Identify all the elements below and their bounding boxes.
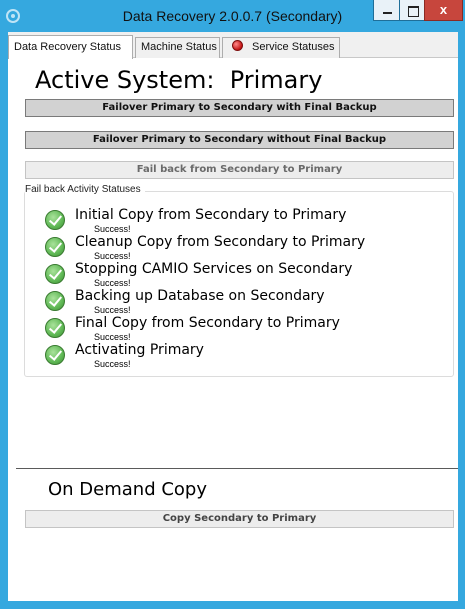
green-check-icon xyxy=(45,237,65,257)
status-result: Success! xyxy=(94,278,131,288)
green-check-icon xyxy=(45,210,65,230)
status-result: Success! xyxy=(94,224,131,234)
status-label: Initial Copy from Secondary to Primary xyxy=(75,207,347,223)
divider xyxy=(16,468,458,469)
status-label: Activating Primary xyxy=(75,342,204,358)
green-check-icon xyxy=(45,318,65,338)
on-demand-heading: On Demand Copy xyxy=(48,479,208,500)
title-bar[interactable]: Data Recovery 2.0.0.7 (Secondary) x xyxy=(0,0,465,32)
green-check-icon xyxy=(45,345,65,365)
tab-machine-status[interactable]: Machine Status xyxy=(135,37,220,58)
close-icon: x xyxy=(439,2,448,17)
status-result: Success! xyxy=(94,305,131,315)
main-panel: Data Recovery Status Machine Status Serv… xyxy=(8,32,458,601)
green-check-icon xyxy=(45,264,65,284)
tab-label: Machine Status xyxy=(141,41,217,53)
status-result: Success! xyxy=(94,332,131,342)
tab-label: Data Recovery Status xyxy=(14,41,121,53)
failover-with-backup-button[interactable]: Failover Primary to Secondary with Final… xyxy=(25,99,454,117)
green-check-icon xyxy=(45,291,65,311)
status-label: Cleanup Copy from Secondary to Primary xyxy=(75,234,366,250)
tab-service-statuses[interactable]: Service Statuses xyxy=(222,37,340,58)
status-label: Final Copy from Secondary to Primary xyxy=(75,315,340,331)
app-window: Data Recovery 2.0.0.7 (Secondary) x Data… xyxy=(0,0,465,609)
status-result: Success! xyxy=(94,359,131,369)
failover-without-backup-button[interactable]: Failover Primary to Secondary without Fi… xyxy=(25,131,454,149)
group-title: Fail back Activity Statuses xyxy=(25,184,145,195)
status-label: Stopping CAMIO Services on Secondary xyxy=(75,261,353,277)
active-system-heading: Active System: Primary xyxy=(35,66,323,94)
fail-back-statuses-group: Fail back Activity Statuses Initial Copy… xyxy=(24,184,454,377)
close-button[interactable]: x xyxy=(424,0,463,21)
fail-back-button[interactable]: Fail back from Secondary to Primary xyxy=(25,161,454,179)
minimize-button[interactable] xyxy=(373,0,400,21)
red-status-dot-icon xyxy=(232,40,243,51)
tab-label: Service Statuses xyxy=(252,41,335,53)
status-result: Success! xyxy=(94,251,131,261)
tab-bar: Data Recovery Status Machine Status Serv… xyxy=(8,32,458,59)
maximize-button[interactable] xyxy=(399,0,425,21)
tab-data-recovery-status[interactable]: Data Recovery Status xyxy=(8,35,133,59)
status-label: Backing up Database on Secondary xyxy=(75,288,325,304)
copy-secondary-to-primary-button[interactable]: Copy Secondary to Primary xyxy=(25,510,454,528)
